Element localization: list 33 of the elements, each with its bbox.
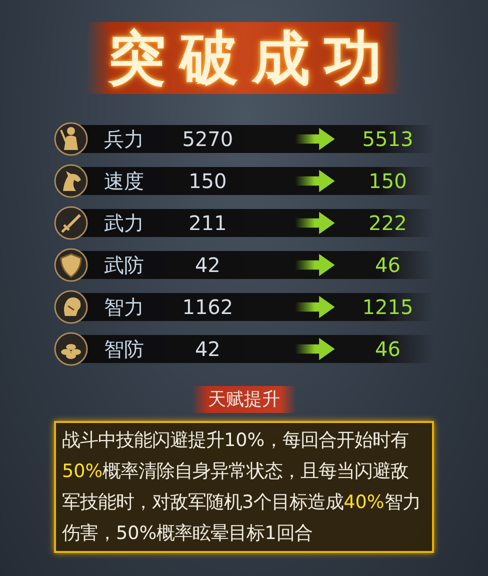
old-value: 5270 — [181, 126, 234, 153]
horse-icon — [54, 164, 88, 198]
sword-icon — [54, 206, 88, 240]
new-value: 1215 — [361, 294, 414, 321]
shield-icon — [54, 248, 88, 282]
old-value: 42 — [194, 336, 222, 363]
arrow-icon — [294, 336, 336, 362]
old-value: 150 — [188, 168, 228, 195]
talent-description: 战斗中技能闪避提升10%，每回合开始时有 50%概率清除自身异常状态，且每当闪避敌军技能时，对敌军随机3个目标造成40%智力伤害，50%概率眩晕目标1回合 — [62, 429, 422, 546]
new-value: 5513 — [361, 126, 414, 153]
stat-label: 兵力 — [104, 126, 145, 153]
new-value: 150 — [368, 168, 408, 195]
arrow-icon — [294, 168, 336, 194]
arrow-icon — [294, 294, 336, 320]
new-value: 222 — [368, 210, 408, 237]
stat-label: 智防 — [104, 336, 145, 363]
soldier-icon — [54, 122, 88, 156]
talent-heading: 天赋提升 — [192, 386, 296, 413]
new-value: 46 — [374, 336, 402, 363]
old-value: 1162 — [181, 294, 234, 321]
stat-label: 武防 — [104, 252, 145, 279]
new-value: 46 — [374, 252, 402, 279]
old-value: 211 — [188, 210, 228, 237]
stat-label: 智力 — [104, 294, 145, 321]
stat-label: 武力 — [104, 210, 145, 237]
arrow-icon — [294, 126, 336, 152]
head-icon — [54, 290, 88, 324]
stat-label: 速度 — [104, 168, 145, 195]
title-banner: 突破成功 — [86, 22, 402, 94]
arrow-icon — [294, 210, 336, 236]
old-value: 42 — [194, 252, 222, 279]
arrow-icon — [294, 252, 336, 278]
coins-icon — [54, 332, 88, 366]
